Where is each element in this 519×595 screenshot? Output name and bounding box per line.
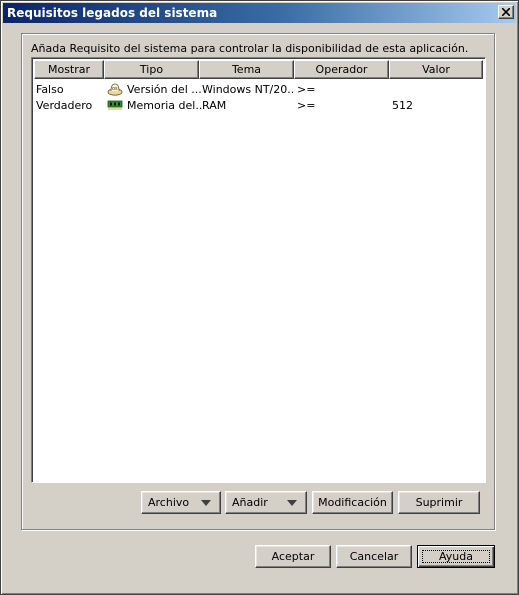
os-version-icon: os	[107, 83, 123, 96]
column-header-operador[interactable]: Operador	[294, 60, 389, 79]
table-row[interactable]: Verdadero Memoria del... RAM >= 512	[34, 98, 485, 114]
column-header-valor[interactable]: Valor	[389, 60, 483, 79]
cell-tema: Windows NT/20...	[202, 83, 294, 96]
cell-operador: >=	[297, 83, 316, 96]
column-header-mostrar[interactable]: Mostrar	[34, 60, 104, 79]
aceptar-button[interactable]: Aceptar	[255, 545, 331, 568]
archivo-label: Archivo	[148, 496, 190, 509]
cell-mostrar: Falso	[36, 83, 64, 96]
chevron-down-icon	[201, 500, 211, 506]
title-bar[interactable]: Requisitos legados del sistema	[3, 3, 516, 23]
list-header: Mostrar Tipo Tema Operador Valor	[34, 60, 485, 79]
archivo-dropdown-button[interactable]: Archivo	[141, 491, 221, 514]
requirements-list[interactable]: Mostrar Tipo Tema Operador Valor Falso o…	[31, 57, 486, 483]
column-header-tipo[interactable]: Tipo	[104, 60, 199, 79]
cancelar-button[interactable]: Cancelar	[336, 545, 412, 568]
cell-tipo: Versión del ...	[127, 83, 202, 96]
cell-tema: RAM	[202, 99, 227, 112]
anadir-dropdown-button[interactable]: Añadir	[225, 491, 307, 514]
cell-tipo: Memoria del...	[127, 99, 202, 112]
table-row[interactable]: Falso os Versión del ... Windows NT/20..…	[34, 82, 485, 98]
column-header-tema[interactable]: Tema	[199, 60, 294, 79]
ayuda-button[interactable]: Ayuda	[417, 545, 495, 568]
close-icon	[502, 8, 510, 16]
memory-chip-icon	[107, 100, 123, 110]
suprimir-button[interactable]: Suprimir	[398, 491, 480, 514]
cell-mostrar: Verdadero	[36, 99, 93, 112]
svg-text:os: os	[112, 86, 118, 92]
window-title: Requisitos legados del sistema	[7, 6, 218, 20]
focus-ring	[422, 550, 490, 563]
close-button[interactable]	[498, 5, 514, 19]
modificacion-button[interactable]: Modificación	[312, 491, 393, 514]
anadir-label: Añadir	[232, 496, 268, 509]
cell-valor: 512	[392, 99, 413, 112]
chevron-down-icon	[287, 500, 297, 506]
cell-operador: >=	[297, 99, 316, 112]
description-label: Añada Requisito del sistema para control…	[31, 42, 469, 55]
dialog-window: Requisitos legados del sistema Añada Req…	[0, 0, 519, 595]
